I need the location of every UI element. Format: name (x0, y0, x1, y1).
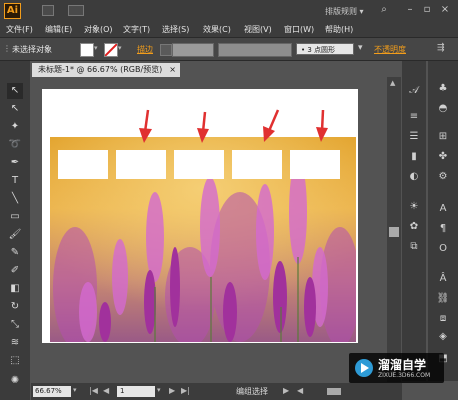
graphic-styles-panel-icon[interactable]: ⚙ (435, 169, 451, 185)
paragraph-panel-icon[interactable]: ¶ (435, 221, 451, 237)
transparency-panel-icon[interactable]: ◐ (406, 169, 422, 185)
opentype-panel-icon[interactable]: O (435, 241, 451, 257)
color-guide-panel-icon[interactable]: ♣ (435, 81, 451, 97)
arrow-2 (197, 111, 209, 143)
brushes-panel-icon[interactable]: ✤ (435, 149, 451, 165)
artboard-dropdown-icon[interactable]: ▾ (157, 386, 161, 394)
status-menu-icon[interactable]: ▶ (283, 386, 289, 395)
watermark-url: ZIXUE.3D66.COM (378, 372, 431, 379)
artboards-panel-icon[interactable]: ⧉ (406, 239, 422, 255)
watermark-logo-icon (355, 359, 373, 377)
status-bar: 66.67% ▾ |◀ ◀ 1 ▾ ▶ ▶| 编组选择 ▶ ◀ (31, 383, 402, 400)
watermark-title: 溜溜自学 (378, 358, 427, 372)
scroll-thumb[interactable] (389, 227, 399, 237)
panel-dock-icons: 𝒜 ≡ ☰ ▮ ◐ ☀ ✿ ⧉ (402, 61, 426, 381)
align-panel-icon[interactable]: ≡ (406, 109, 422, 125)
transform-panel-icon[interactable]: ⧈ (435, 311, 451, 327)
character-panel-icon[interactable]: A (435, 201, 451, 217)
type-panel-icon[interactable]: 𝒜 (406, 83, 422, 99)
next-artboard-icon[interactable]: ▶ (169, 386, 175, 395)
artboard-number-field[interactable]: 1 (117, 386, 155, 397)
watermark: 溜溜自学 ZIXUE.3D66.COM (349, 353, 444, 383)
arrow-1 (139, 109, 152, 143)
zoom-dropdown-icon[interactable]: ▾ (73, 386, 77, 394)
arrow-3 (263, 109, 280, 142)
color-panel-icon[interactable]: ◓ (435, 101, 451, 117)
zoom-field[interactable]: 66.67% (33, 386, 71, 397)
horizontal-scroll-thumb[interactable] (327, 388, 341, 395)
vertical-scrollbar[interactable]: ▲ ▼ (387, 77, 401, 382)
layers-panel-icon[interactable]: ◈ (435, 329, 451, 345)
arrow-4 (316, 109, 328, 142)
current-tool-status: 编组选择 (236, 387, 268, 396)
last-artboard-icon[interactable]: ▶| (181, 386, 190, 395)
appearance-panel-icon[interactable]: ☀ (406, 199, 422, 215)
links-panel-icon[interactable]: ⛓ (435, 291, 451, 307)
gradient-panel-icon[interactable]: ▮ (406, 149, 422, 165)
stroke-panel-icon[interactable]: ☰ (406, 129, 422, 145)
symbols-panel-icon[interactable]: ✿ (406, 219, 422, 235)
scroll-left-icon[interactable]: ◀ (297, 386, 303, 395)
first-artboard-icon[interactable]: |◀ (89, 386, 98, 395)
panel-dock-icons-2: ♣ ◓ ⊞ ✤ ⚙ A ¶ O Â ⛓ ⧈ ◈ ⬒ (428, 61, 458, 381)
scroll-up-icon[interactable]: ▲ (390, 79, 395, 87)
prev-artboard-icon[interactable]: ◀ (103, 386, 109, 395)
swatches-panel-icon[interactable]: ⊞ (435, 129, 451, 145)
glyphs-panel-icon[interactable]: Â (435, 271, 451, 287)
